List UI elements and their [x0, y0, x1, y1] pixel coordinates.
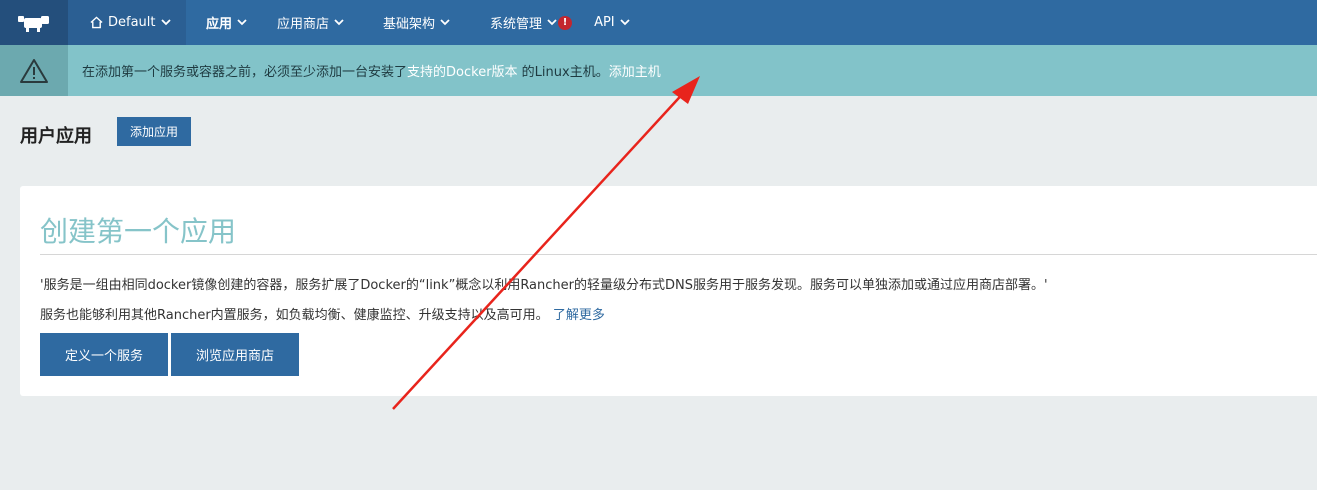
define-service-button[interactable]: 定义一个服务: [40, 333, 168, 376]
top-nav: Default 应用 应用商店 基础架构 系统管理 ! API: [0, 0, 1317, 45]
nav-item-label: 系统管理: [490, 17, 543, 32]
nav-item-label: 应用商店: [277, 17, 330, 32]
nav-item-infrastructure[interactable]: 基础架构: [383, 0, 450, 45]
card-description-2: 服务也能够利用其他Rancher内置服务，如负载均衡、健康监控、升级支持以及高可…: [40, 304, 605, 323]
banner-icon-box: [0, 45, 68, 96]
card-description-2-text: 服务也能够利用其他Rancher内置服务，如负载均衡、健康监控、升级支持以及高可…: [40, 308, 553, 323]
supported-docker-link[interactable]: 支持的Docker版本: [407, 65, 518, 80]
create-first-app-card: 创建第一个应用 '服务是一组由相同docker镜像创建的容器，服务扩展了Dock…: [20, 186, 1317, 396]
chevron-down-icon: [334, 19, 344, 26]
add-host-link[interactable]: 添加主机: [609, 65, 661, 80]
chevron-down-icon: [620, 19, 630, 26]
nav-item-admin[interactable]: 系统管理 !: [490, 0, 573, 45]
chevron-down-icon: [237, 19, 247, 26]
warning-banner: 在添加第一个服务或容器之前，必须至少添加一台安装了支持的Docker版本 的Li…: [0, 45, 1317, 96]
banner-text-middle: 的Linux主机。: [517, 65, 609, 80]
divider: [40, 254, 1317, 255]
chevron-down-icon: [440, 19, 450, 26]
browse-catalog-button[interactable]: 浏览应用商店: [171, 333, 299, 376]
rancher-cow-icon: [18, 15, 49, 32]
page-title: 用户应用: [20, 126, 92, 147]
environment-label: Default: [108, 15, 156, 30]
nav-item-label: API: [594, 15, 615, 30]
nav-item-catalog[interactable]: 应用商店: [277, 0, 344, 45]
home-icon: [90, 16, 103, 29]
learn-more-link[interactable]: 了解更多: [553, 308, 605, 323]
chevron-down-icon: [160, 19, 171, 26]
banner-text-before: 在添加第一个服务或容器之前，必须至少添加一台安装了: [82, 65, 408, 80]
nav-item-label: 基础架构: [383, 17, 436, 32]
environment-switcher[interactable]: Default: [68, 0, 186, 45]
nav-item-api[interactable]: API: [594, 0, 630, 45]
nav-item-apps[interactable]: 应用: [206, 0, 247, 45]
card-title: 创建第一个应用: [40, 215, 237, 248]
add-app-button[interactable]: 添加应用: [117, 117, 191, 146]
rancher-logo[interactable]: [0, 0, 68, 45]
nav-item-label: 应用: [206, 17, 233, 32]
admin-alert-badge: !: [558, 15, 573, 30]
card-description: '服务是一组由相同docker镜像创建的容器，服务扩展了Docker的“link…: [40, 278, 1048, 293]
chevron-down-icon: [547, 19, 557, 26]
warning-icon: [20, 58, 48, 83]
banner-message: 在添加第一个服务或容器之前，必须至少添加一台安装了支持的Docker版本 的Li…: [82, 61, 661, 80]
